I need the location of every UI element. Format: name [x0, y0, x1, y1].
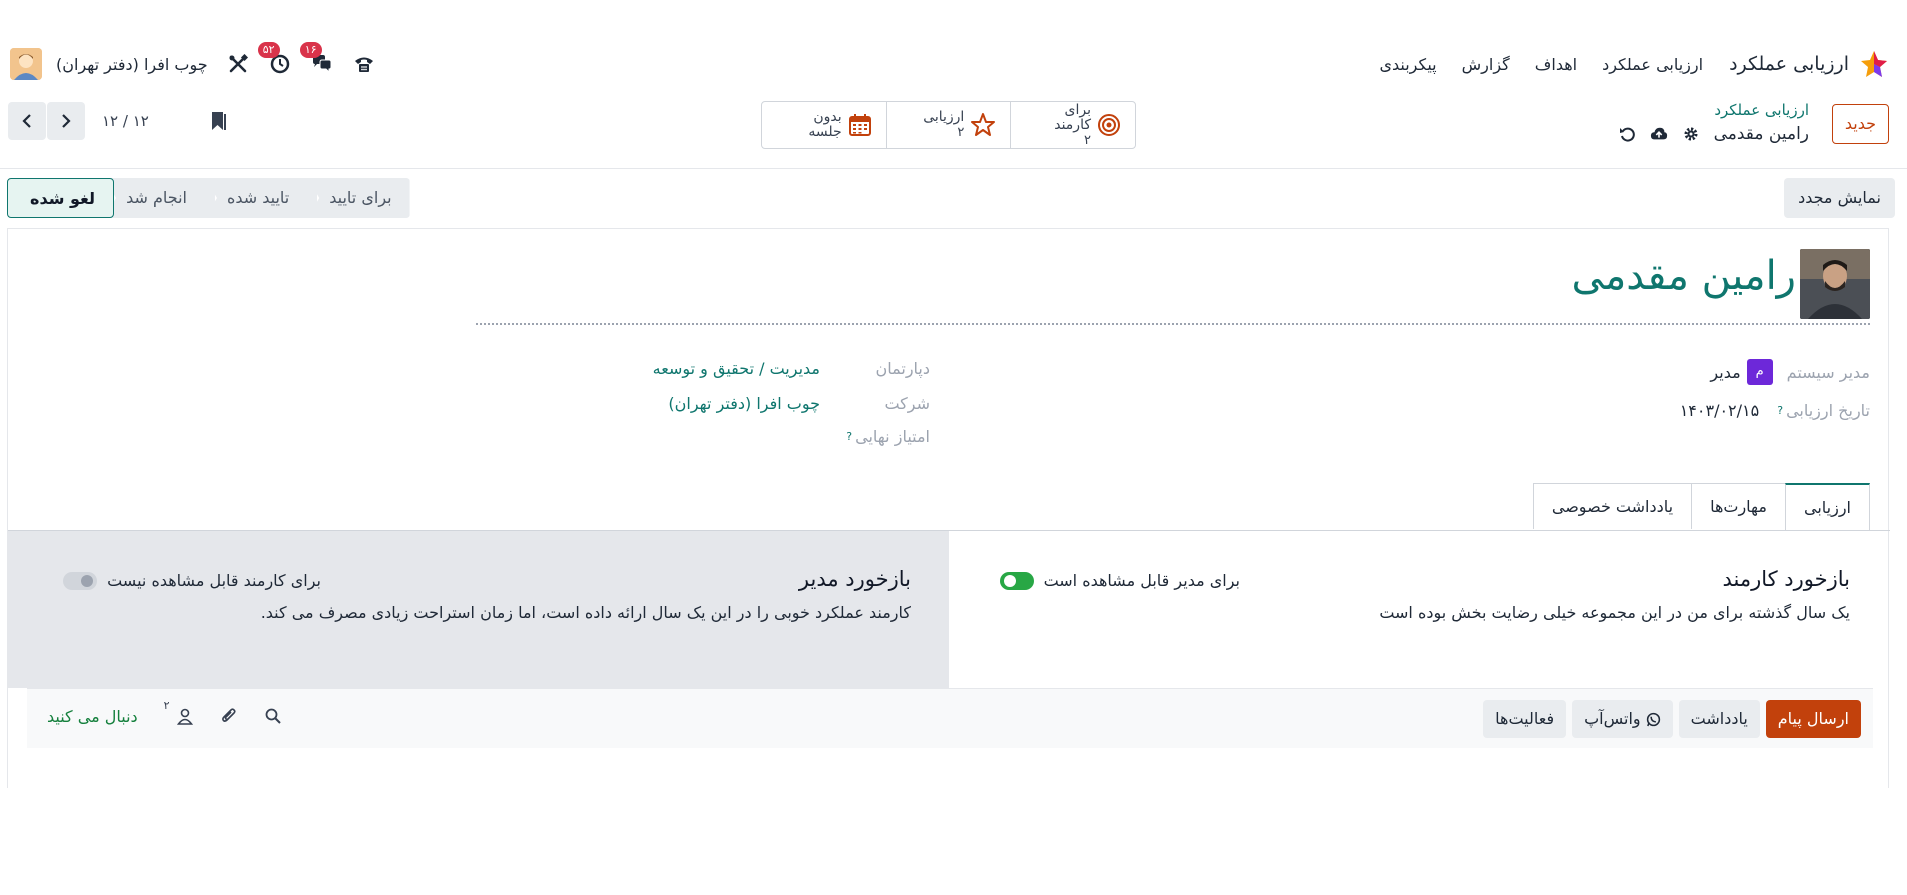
- control-panel: جدید ارزیابی عملکرد رامین مقدمی برای کار…: [0, 100, 1907, 170]
- company-label: شرکت: [884, 394, 930, 413]
- department-label: دپارتمان: [875, 359, 930, 378]
- stat-no-meeting[interactable]: بدون جلسه: [762, 102, 886, 148]
- stat-for-employee[interactable]: برای کارمند ۲: [1010, 102, 1135, 148]
- app-name[interactable]: ارزیابی عملکرد: [1729, 53, 1849, 75]
- followers-count: ۲: [163, 699, 170, 712]
- help-icon[interactable]: ?: [846, 430, 852, 443]
- stage-to-confirm[interactable]: برای تایید: [307, 178, 410, 218]
- menu-configuration[interactable]: پیکربندی: [1379, 55, 1436, 74]
- department-value[interactable]: مدیریت / تحقیق و توسعه: [653, 359, 820, 378]
- manager-avatar: م: [1746, 359, 1773, 385]
- employee-photo: [1800, 249, 1870, 319]
- manager-visibility-toggle[interactable]: [63, 571, 98, 590]
- log-note-button[interactable]: یادداشت: [1678, 700, 1760, 738]
- send-message-button[interactable]: ارسال پیام: [1765, 700, 1861, 738]
- redisplay-button[interactable]: نمایش مجدد: [1784, 178, 1895, 218]
- company-value[interactable]: چوب افرا (دفتر تهران): [668, 394, 820, 413]
- messages-badge: ۱۶: [299, 42, 322, 58]
- final-score-field: امتیاز نهایی ?: [846, 427, 930, 446]
- employee-visibility-toggle[interactable]: [999, 571, 1034, 590]
- chatter-buttons: ارسال پیام یادداشت واتس‌آپ فعالیت‌ها: [1483, 700, 1861, 738]
- manager-value[interactable]: مدیر: [1710, 363, 1740, 382]
- manager-field: مدیر سیستم م مدیر: [1710, 359, 1870, 385]
- appraisal-date-field: تاریخ ارزیابی ? ۱۴۰۳/۰۲/۱۵: [1680, 401, 1870, 420]
- manager-feedback-text[interactable]: کارمند عملکرد خوبی را در این یک سال ارائ…: [261, 603, 911, 622]
- stat-value: ۲: [1084, 132, 1091, 148]
- followers-icon[interactable]: ۲: [164, 699, 196, 727]
- pager-next-button[interactable]: [47, 102, 85, 140]
- company-field: شرکت چوب افرا (دفتر تهران): [668, 394, 930, 413]
- pager: ۱۲ / ۱۲: [8, 102, 227, 140]
- breadcrumb-parent[interactable]: ارزیابی عملکرد: [1618, 100, 1809, 120]
- main-menu: ارزیابی عملکرد ارزیابی عملکرد اهداف گزار…: [1354, 49, 1889, 79]
- pager-previous-button[interactable]: [8, 102, 46, 140]
- whatsapp-icon: [1646, 712, 1661, 727]
- breadcrumb-current: رامین مقدمی: [1713, 124, 1809, 144]
- following-button[interactable]: دنبال می کنید: [47, 707, 138, 726]
- control-divider: [0, 168, 1907, 169]
- manager-feedback-title: بازخورد مدیر: [798, 567, 911, 591]
- top-navbar: ارزیابی عملکرد ارزیابی عملکرد اهداف گزار…: [0, 40, 1907, 88]
- status-stages: برای تایید تایید شده انجام شد لغو شده: [7, 178, 410, 218]
- menu-goals[interactable]: اهداف: [1535, 55, 1577, 74]
- manager-visibility-label: برای کارمند قابل مشاهده نیست: [107, 571, 321, 590]
- tab-skills[interactable]: مهارت‌ها: [1691, 483, 1786, 529]
- menu-appraisals[interactable]: ارزیابی عملکرد: [1602, 55, 1703, 74]
- company-switcher[interactable]: چوب افرا (دفتر تهران): [56, 55, 208, 74]
- stage-confirmed[interactable]: تایید شده: [204, 178, 318, 218]
- stat-label: بدون جلسه: [808, 109, 842, 140]
- name-underline: [476, 323, 1870, 325]
- tab-appraisal[interactable]: ارزیابی: [1784, 483, 1870, 530]
- employee-feedback-text[interactable]: یک سال گذشته برای من در این مجموعه خیلی …: [1379, 603, 1850, 622]
- form-tabs: ارزیابی مهارت‌ها یادداشت خصوصی: [1532, 483, 1870, 530]
- stat-value: ۲: [957, 125, 965, 140]
- activities-button[interactable]: فعالیت‌ها: [1483, 700, 1567, 738]
- stage-done[interactable]: انجام شد: [104, 178, 215, 218]
- save-cloud-icon[interactable]: [1650, 125, 1668, 143]
- stage-cancelled[interactable]: لغو شده: [7, 178, 115, 218]
- star-icon: [970, 112, 996, 138]
- search-icon[interactable]: [262, 705, 284, 727]
- menu-reporting[interactable]: گزارش: [1462, 55, 1510, 74]
- activity-clock-icon[interactable]: ۵۲: [257, 42, 292, 76]
- employee-visibility-toggle-row: برای مدیر قابل مشاهده است: [999, 571, 1240, 590]
- app-logo-icon[interactable]: [1859, 49, 1889, 79]
- user-avatar[interactable]: [10, 48, 42, 80]
- bookmark-icon[interactable]: [211, 111, 227, 131]
- breadcrumb: ارزیابی عملکرد رامین مقدمی: [1618, 100, 1809, 144]
- stat-appraisal[interactable]: ارزیابی ۲: [885, 102, 1011, 148]
- stat-label: ارزیابی: [923, 109, 965, 125]
- employee-feedback-panel: بازخورد کارمند یک سال گذشته برای من در ا…: [947, 531, 1888, 688]
- department-field: دپارتمان مدیریت / تحقیق و توسعه: [653, 359, 930, 378]
- systray: ۱۶ ۵۲ چوب افرا (دفتر تهران): [10, 42, 376, 80]
- manager-visibility-toggle-row: برای کارمند قابل مشاهده نیست: [63, 571, 321, 590]
- stat-label: برای کارمند: [1054, 101, 1091, 133]
- debug-tools-icon[interactable]: [226, 52, 250, 76]
- tab-private-note[interactable]: یادداشت خصوصی: [1532, 483, 1693, 529]
- phone-icon[interactable]: [352, 52, 376, 76]
- whatsapp-label: واتس‌آپ: [1584, 709, 1641, 728]
- employee-visibility-label: برای مدیر قابل مشاهده است: [1043, 571, 1240, 590]
- activity-badge: ۵۲: [257, 42, 280, 58]
- employee-name[interactable]: رامین مقدمی: [1571, 253, 1796, 299]
- manager-label: مدیر سیستم: [1786, 362, 1870, 382]
- discard-undo-icon[interactable]: [1618, 125, 1636, 143]
- help-icon[interactable]: ?: [1777, 404, 1783, 417]
- gear-icon[interactable]: [1682, 125, 1700, 143]
- new-button[interactable]: جدید: [1831, 104, 1889, 144]
- employee-feedback-title: بازخورد کارمند: [1722, 567, 1850, 591]
- final-score-label: امتیاز نهایی: [855, 427, 930, 446]
- target-icon: [1097, 113, 1121, 137]
- appraisal-date-value[interactable]: ۱۴۰۳/۰۲/۱۵: [1680, 401, 1760, 420]
- chatter-tools: دنبال می کنید ۲: [47, 699, 306, 727]
- smart-buttons: برای کارمند ۲ ارزیابی ۲ بدون جلسه: [761, 101, 1136, 149]
- manager-feedback-panel: بازخورد مدیر کارمند عملکرد خوبی را در ای…: [8, 531, 949, 688]
- pager-value[interactable]: ۱۲ / ۱۲: [102, 112, 149, 130]
- calendar-icon: [848, 113, 872, 137]
- whatsapp-button[interactable]: واتس‌آپ: [1572, 700, 1673, 738]
- appraisal-date-label: تاریخ ارزیابی: [1786, 401, 1870, 420]
- attachment-paperclip-icon[interactable]: [218, 705, 240, 727]
- messages-icon[interactable]: ۱۶: [299, 42, 334, 76]
- chatter: ارسال پیام یادداشت واتس‌آپ فعالیت‌ها دنب…: [27, 688, 1873, 748]
